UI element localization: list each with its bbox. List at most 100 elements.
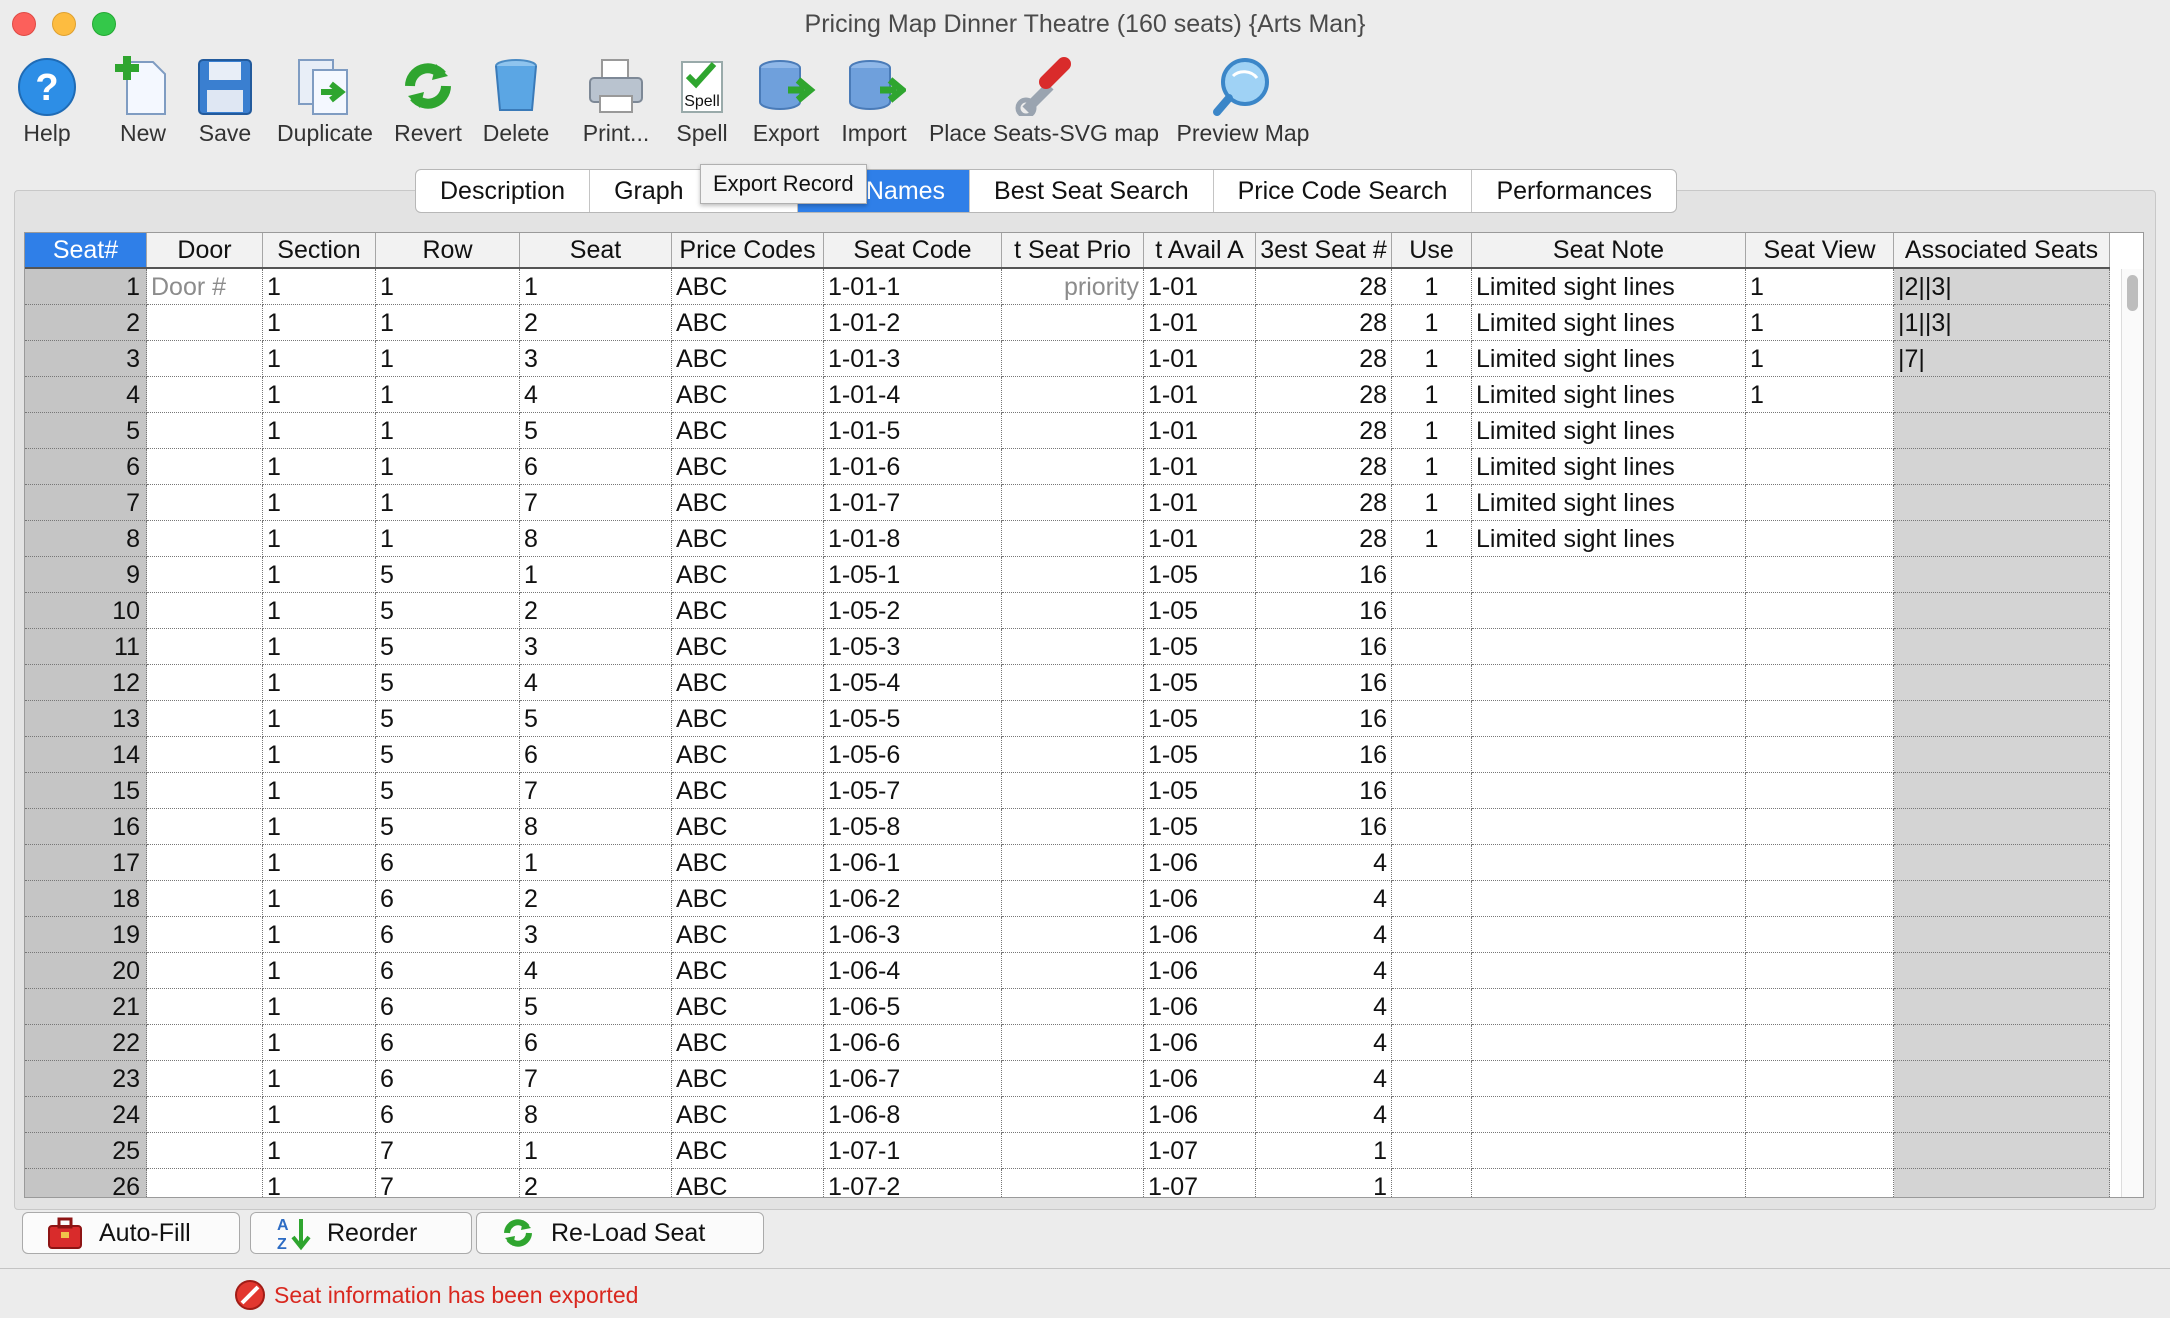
cell-use[interactable] bbox=[1392, 845, 1472, 881]
cell-seat-code[interactable]: 1-06-1 bbox=[824, 845, 1002, 881]
cell-associated-seats[interactable] bbox=[1894, 413, 2110, 449]
cell-price-codes[interactable]: ABC bbox=[672, 1169, 824, 1197]
cell-seat[interactable]: 25 bbox=[25, 1133, 147, 1169]
cell-door[interactable] bbox=[147, 737, 263, 773]
cell-price-codes[interactable]: ABC bbox=[672, 341, 824, 377]
cell-row[interactable]: 5 bbox=[376, 665, 520, 701]
cell-door[interactable] bbox=[147, 665, 263, 701]
column-header-avail-area[interactable]: t Avail A bbox=[1144, 233, 1256, 267]
cell-avail-area[interactable]: 1-06 bbox=[1144, 1025, 1256, 1061]
cell-best-seat[interactable]: 16 bbox=[1256, 629, 1392, 665]
cell-seat-view[interactable] bbox=[1746, 485, 1894, 521]
cell-seat[interactable]: 1 bbox=[25, 269, 147, 305]
cell-associated-seats[interactable] bbox=[1894, 449, 2110, 485]
spell-button[interactable]: Spell Spell bbox=[668, 50, 736, 150]
table-row[interactable]: 15 1 5 7 ABC 1-05-7 1-05 16 bbox=[25, 773, 2110, 809]
cell-door[interactable] bbox=[147, 1025, 263, 1061]
column-header-seat[interactable]: Seat# bbox=[25, 233, 147, 267]
cell-seat-code[interactable]: 1-01-1 bbox=[824, 269, 1002, 305]
cell-section[interactable]: 1 bbox=[263, 953, 376, 989]
cell-door[interactable] bbox=[147, 557, 263, 593]
table-row[interactable]: 21 1 6 5 ABC 1-06-5 1-06 4 bbox=[25, 989, 2110, 1025]
cell-price-codes[interactable]: ABC bbox=[672, 305, 824, 341]
cell-best-seat[interactable]: 16 bbox=[1256, 809, 1392, 845]
cell-price-codes[interactable]: ABC bbox=[672, 449, 824, 485]
cell-section[interactable]: 1 bbox=[263, 1061, 376, 1097]
cell-seat[interactable]: 20 bbox=[25, 953, 147, 989]
cell-seat-view[interactable]: 1 bbox=[1746, 377, 1894, 413]
cell-seat-view[interactable] bbox=[1746, 521, 1894, 557]
cell-seat-number[interactable]: 2 bbox=[520, 881, 672, 917]
cell-row[interactable]: 5 bbox=[376, 737, 520, 773]
cell-seat-view[interactable] bbox=[1746, 809, 1894, 845]
cell-associated-seats[interactable]: |7| bbox=[1894, 341, 2110, 377]
cell-associated-seats[interactable] bbox=[1894, 881, 2110, 917]
cell-seat[interactable]: 24 bbox=[25, 1097, 147, 1133]
cell-seat[interactable]: 15 bbox=[25, 773, 147, 809]
cell-associated-seats[interactable] bbox=[1894, 773, 2110, 809]
cell-price-codes[interactable]: ABC bbox=[672, 1025, 824, 1061]
cell-avail-area[interactable]: 1-05 bbox=[1144, 593, 1256, 629]
cell-seat[interactable]: 12 bbox=[25, 665, 147, 701]
cell-seat-priority[interactable] bbox=[1002, 881, 1144, 917]
cell-seat-code[interactable]: 1-06-3 bbox=[824, 917, 1002, 953]
cell-seat-number[interactable]: 3 bbox=[520, 341, 672, 377]
cell-price-codes[interactable]: ABC bbox=[672, 881, 824, 917]
cell-use[interactable] bbox=[1392, 557, 1472, 593]
print-button[interactable]: Print... bbox=[574, 50, 658, 150]
new-button[interactable]: New bbox=[108, 50, 178, 150]
cell-door[interactable] bbox=[147, 449, 263, 485]
cell-section[interactable]: 1 bbox=[263, 809, 376, 845]
cell-section[interactable]: 1 bbox=[263, 1025, 376, 1061]
cell-seat-view[interactable] bbox=[1746, 953, 1894, 989]
cell-seat-number[interactable]: 8 bbox=[520, 1097, 672, 1133]
cell-seat[interactable]: 2 bbox=[25, 305, 147, 341]
tab-price-code-search[interactable]: Price Code Search bbox=[1214, 170, 1473, 212]
cell-associated-seats[interactable] bbox=[1894, 521, 2110, 557]
cell-seat-priority[interactable] bbox=[1002, 449, 1144, 485]
cell-door[interactable] bbox=[147, 593, 263, 629]
cell-best-seat[interactable]: 4 bbox=[1256, 845, 1392, 881]
column-header-seat-code[interactable]: Seat Code bbox=[824, 233, 1002, 267]
cell-row[interactable]: 6 bbox=[376, 881, 520, 917]
cell-seat-note[interactable]: Limited sight lines bbox=[1472, 341, 1746, 377]
cell-best-seat[interactable]: 4 bbox=[1256, 1097, 1392, 1133]
cell-door[interactable] bbox=[147, 1133, 263, 1169]
cell-seat-number[interactable]: 5 bbox=[520, 701, 672, 737]
table-row[interactable]: 12 1 5 4 ABC 1-05-4 1-05 16 bbox=[25, 665, 2110, 701]
cell-use[interactable] bbox=[1392, 1169, 1472, 1197]
cell-seat[interactable]: 23 bbox=[25, 1061, 147, 1097]
cell-seat-number[interactable]: 2 bbox=[520, 305, 672, 341]
table-row[interactable]: 18 1 6 2 ABC 1-06-2 1-06 4 bbox=[25, 881, 2110, 917]
cell-seat-note[interactable] bbox=[1472, 809, 1746, 845]
cell-seat-priority[interactable] bbox=[1002, 1097, 1144, 1133]
cell-price-codes[interactable]: ABC bbox=[672, 629, 824, 665]
cell-best-seat[interactable]: 28 bbox=[1256, 341, 1392, 377]
cell-avail-area[interactable]: 1-06 bbox=[1144, 917, 1256, 953]
cell-seat[interactable]: 18 bbox=[25, 881, 147, 917]
cell-best-seat[interactable]: 16 bbox=[1256, 665, 1392, 701]
cell-seat-code[interactable]: 1-06-5 bbox=[824, 989, 1002, 1025]
table-row[interactable]: 9 1 5 1 ABC 1-05-1 1-05 16 bbox=[25, 557, 2110, 593]
cell-avail-area[interactable]: 1-01 bbox=[1144, 449, 1256, 485]
cell-door[interactable] bbox=[147, 989, 263, 1025]
cell-seat-note[interactable] bbox=[1472, 701, 1746, 737]
cell-associated-seats[interactable] bbox=[1894, 989, 2110, 1025]
cell-section[interactable]: 1 bbox=[263, 557, 376, 593]
cell-row[interactable]: 6 bbox=[376, 1025, 520, 1061]
cell-row[interactable]: 1 bbox=[376, 269, 520, 305]
cell-seat-priority[interactable] bbox=[1002, 1169, 1144, 1197]
cell-avail-area[interactable]: 1-05 bbox=[1144, 629, 1256, 665]
column-header-best-seat[interactable]: 3est Seat # bbox=[1256, 233, 1392, 267]
cell-avail-area[interactable]: 1-05 bbox=[1144, 557, 1256, 593]
cell-door[interactable] bbox=[147, 953, 263, 989]
cell-seat-view[interactable] bbox=[1746, 881, 1894, 917]
cell-seat-view[interactable] bbox=[1746, 629, 1894, 665]
cell-seat-code[interactable]: 1-05-1 bbox=[824, 557, 1002, 593]
cell-seat[interactable]: 3 bbox=[25, 341, 147, 377]
cell-seat-priority[interactable] bbox=[1002, 557, 1144, 593]
cell-avail-area[interactable]: 1-07 bbox=[1144, 1169, 1256, 1197]
table-row[interactable]: 7 1 1 7 ABC 1-01-7 1-01 28 1 Limited sight lines bbox=[25, 485, 2110, 521]
cell-associated-seats[interactable] bbox=[1894, 1061, 2110, 1097]
cell-door[interactable] bbox=[147, 1169, 263, 1197]
